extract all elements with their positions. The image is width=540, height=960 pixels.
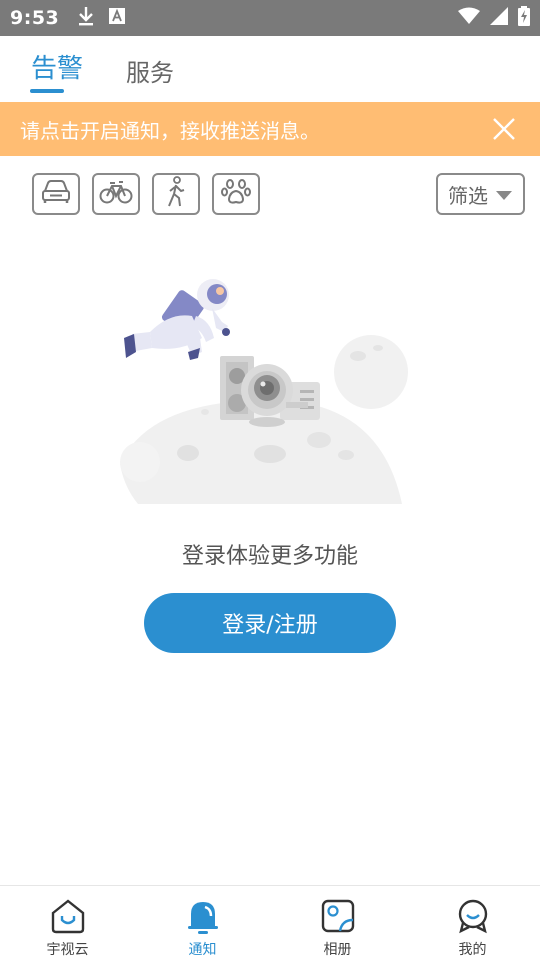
bell-icon bbox=[185, 898, 221, 934]
bicycle-icon bbox=[99, 179, 133, 209]
profile-icon bbox=[455, 898, 491, 934]
nav-label-mine: 我的 bbox=[458, 942, 487, 958]
signal-icon bbox=[490, 7, 508, 29]
close-icon[interactable] bbox=[492, 117, 516, 141]
car-icon bbox=[41, 179, 71, 209]
filter-car-button[interactable] bbox=[32, 173, 80, 215]
login-register-button[interactable]: 登录/注册 bbox=[144, 593, 396, 653]
status-right-icons bbox=[458, 6, 530, 30]
battery-charging-icon bbox=[518, 6, 530, 30]
nav-item-mine[interactable]: 我的 bbox=[405, 886, 540, 960]
filter-row: 筛选 bbox=[0, 173, 540, 215]
status-left-icons bbox=[77, 6, 126, 30]
filter-dropdown-label: 筛选 bbox=[448, 183, 488, 208]
empty-state-illustration bbox=[110, 272, 420, 522]
paw-icon bbox=[221, 178, 251, 210]
nav-label-album: 相册 bbox=[323, 942, 352, 958]
tab-alarm[interactable]: 告警 bbox=[31, 48, 83, 85]
album-icon bbox=[320, 898, 356, 934]
screen: 9:53 告警 服务 请点击开启通知，接收推送消息。 筛选 登录体验更多功能 登… bbox=[0, 0, 540, 960]
a-letter-icon bbox=[109, 8, 126, 28]
filter-bicycle-button[interactable] bbox=[92, 173, 140, 215]
bottom-navigation: 宇视云 通知 相册 我的 bbox=[0, 885, 540, 960]
wifi-icon bbox=[458, 7, 480, 29]
nav-item-notify[interactable]: 通知 bbox=[135, 886, 270, 960]
caret-down-icon bbox=[496, 182, 512, 206]
filter-dropdown[interactable]: 筛选 bbox=[436, 173, 525, 215]
nav-label-home: 宇视云 bbox=[46, 942, 89, 958]
nav-item-home[interactable]: 宇视云 bbox=[0, 886, 135, 960]
tab-service[interactable]: 服务 bbox=[126, 53, 174, 88]
download-icon bbox=[77, 6, 95, 30]
home-icon bbox=[50, 898, 86, 934]
status-time: 9:53 bbox=[10, 7, 60, 29]
top-tabs: 告警 服务 bbox=[0, 36, 540, 102]
notification-banner-text: 请点击开启通知，接收推送消息。 bbox=[20, 118, 320, 143]
nav-item-album[interactable]: 相册 bbox=[270, 886, 405, 960]
notification-banner[interactable]: 请点击开启通知，接收推送消息。 bbox=[0, 102, 540, 156]
status-bar: 9:53 bbox=[0, 0, 540, 36]
nav-label-notify: 通知 bbox=[188, 942, 217, 958]
filter-pet-button[interactable] bbox=[212, 173, 260, 215]
pedestrian-icon bbox=[164, 176, 188, 212]
filter-pedestrian-button[interactable] bbox=[152, 173, 200, 215]
empty-state-message: 登录体验更多功能 bbox=[181, 544, 358, 569]
tab-active-indicator bbox=[30, 89, 64, 93]
